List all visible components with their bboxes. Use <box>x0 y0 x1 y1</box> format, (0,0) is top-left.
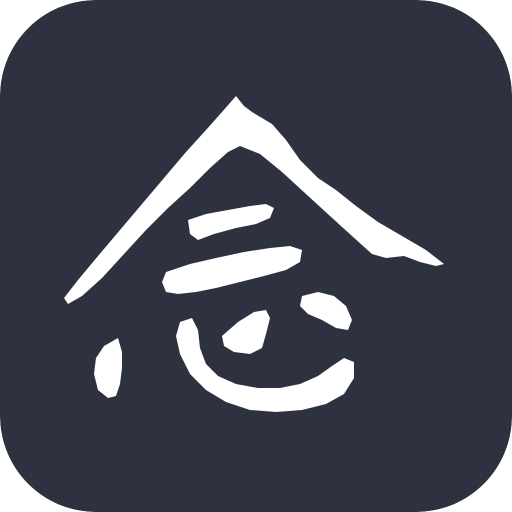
calligraphy-glyph-icon <box>0 0 512 512</box>
app-icon[interactable] <box>0 0 512 512</box>
